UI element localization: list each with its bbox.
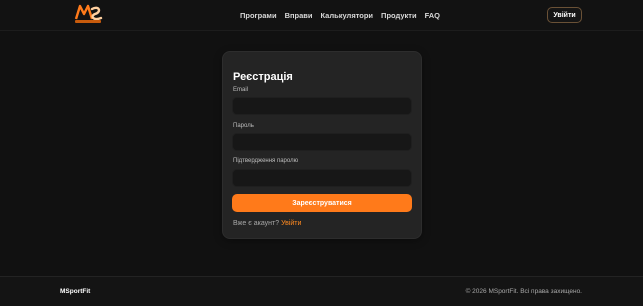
email-field[interactable] [232,97,412,115]
nav-calculators[interactable]: Калькулятори [321,11,374,20]
footer-brand: MSportFit [60,288,91,295]
footer: MSportFit © 2026 MSportFit. Всі права за… [0,276,643,306]
page-title: Реєстрація [233,71,293,84]
registration-card: Реєстрація Email Пароль Підтвердження па… [222,51,422,239]
email-label: Email [233,87,249,93]
confirm-password-label: Підтвердження паролю [233,158,299,164]
password-label: Пароль [233,123,254,129]
login-link[interactable]: Увійти [281,220,301,227]
header-login-button[interactable]: Увійти [547,7,582,23]
copyright-text: © 2026 MSportFit. Всі права захищено. [465,288,582,295]
have-account-text: Вже є акаунт? [233,220,280,227]
top-navigation: Програми Вправи Калькулятори Продукти FA… [0,0,643,31]
register-button[interactable]: Зареєструватися [232,194,412,212]
msportfit-logo-icon[interactable] [74,3,104,25]
nav-faq[interactable]: FAQ [425,11,440,20]
login-prompt: Вже є акаунт? Увійти [233,220,301,227]
main-nav: Програми Вправи Калькулятори Продукти FA… [240,11,440,20]
nav-exercises[interactable]: Вправи [285,11,313,20]
confirm-password-field[interactable] [232,169,412,187]
password-field[interactable] [232,133,412,151]
nav-products[interactable]: Продукти [381,11,417,20]
nav-programs[interactable]: Програми [240,11,277,20]
